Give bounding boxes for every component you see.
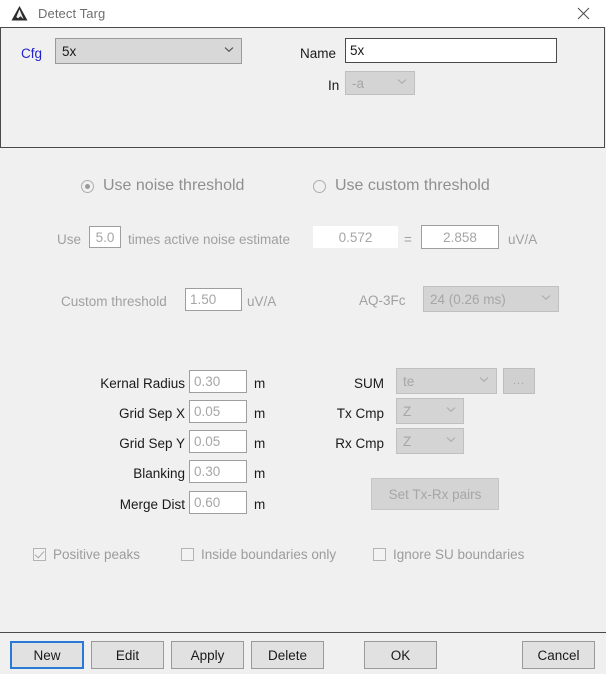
radio-use-custom-threshold[interactable]: Use custom threshold: [313, 177, 490, 195]
use-label: Use: [57, 232, 82, 247]
merge-dist-input[interactable]: 0.60: [189, 491, 247, 514]
custom-threshold-units: uV/A: [247, 294, 277, 309]
chevron-down-icon: [541, 294, 551, 303]
multiplier-input[interactable]: 5.0: [89, 226, 121, 248]
threshold-result-field: 2.858: [421, 225, 499, 249]
name-label: Name: [300, 46, 337, 61]
sum-label: SUM: [354, 376, 384, 391]
name-input[interactable]: 5x: [345, 38, 557, 63]
chevron-down-icon: [397, 78, 407, 87]
grid-sep-y-value: 0.05: [194, 434, 221, 449]
rx-cmp-label: Rx Cmp: [335, 436, 384, 451]
times-active-noise-label: times active noise estimate: [128, 232, 291, 247]
ok-button[interactable]: OK: [364, 641, 437, 669]
tx-cmp-select[interactable]: Z: [396, 398, 464, 424]
chevron-down-icon: [479, 376, 489, 385]
grid-sep-x-value: 0.05: [194, 404, 221, 419]
checkbox-inside-boundaries-only[interactable]: Inside boundaries only: [181, 547, 336, 562]
noise-estimate-value: 0.572: [338, 229, 373, 245]
apply-button[interactable]: Apply: [171, 641, 244, 669]
mountain-triangle-icon: [6, 0, 32, 27]
new-button[interactable]: New: [10, 641, 84, 669]
tx-cmp-select-value: Z: [403, 403, 412, 419]
multiplier-value: 5.0: [95, 229, 115, 245]
in-select-value: -a: [352, 75, 365, 91]
inside-boundaries-checkbox-indicator: [181, 548, 194, 561]
positive-peaks-label: Positive peaks: [53, 547, 141, 562]
blanking-label: Blanking: [133, 466, 185, 481]
aq3fc-label: AQ-3Fc: [359, 293, 406, 308]
sum-select[interactable]: te: [396, 368, 497, 394]
custom-threshold-input[interactable]: 1.50: [185, 288, 242, 311]
chevron-down-icon: [446, 436, 456, 445]
grid-sep-y-label: Grid Sep Y: [119, 436, 185, 451]
cfg-select[interactable]: 5x: [55, 38, 242, 64]
ignore-su-checkbox-indicator: [373, 548, 386, 561]
chevron-down-icon: [446, 406, 456, 415]
equals-label: =: [404, 232, 412, 247]
cancel-button[interactable]: Cancel: [522, 641, 595, 669]
chevron-down-icon: [224, 46, 234, 55]
positive-peaks-checkbox-indicator: [33, 548, 46, 561]
custom-threshold-label: Custom threshold: [61, 294, 167, 309]
footer-button-bar: New Edit Apply Delete OK Cancel: [0, 632, 606, 674]
kernal-radius-units: m: [254, 376, 266, 391]
edit-button[interactable]: Edit: [91, 641, 164, 669]
kernal-radius-input[interactable]: 0.30: [189, 370, 247, 393]
radio-custom-indicator: [313, 179, 326, 193]
merge-dist-label: Merge Dist: [119, 497, 185, 512]
set-tx-rx-pairs-button[interactable]: Set Tx-Rx pairs: [371, 478, 499, 510]
radio-noise-indicator: [81, 179, 94, 193]
grid-sep-x-units: m: [254, 406, 266, 421]
blanking-input[interactable]: 0.30: [189, 460, 247, 483]
grid-sep-x-input[interactable]: 0.05: [189, 400, 247, 423]
rx-cmp-select-value: Z: [403, 433, 412, 449]
merge-dist-units: m: [254, 497, 266, 512]
checkbox-ignore-su-boundaries[interactable]: Ignore SU boundaries: [373, 547, 524, 562]
close-icon[interactable]: [561, 0, 606, 27]
aq3fc-select-value: 24 (0.26 ms): [430, 291, 506, 307]
dialog-body: Cfg 5x Name 5x In -a Use noise threshold…: [0, 27, 606, 632]
sum-select-value: te: [403, 373, 415, 389]
threshold-result-units: uV/A: [508, 232, 538, 247]
grid-sep-y-input[interactable]: 0.05: [189, 430, 247, 453]
in-label: In: [328, 78, 340, 93]
in-select[interactable]: -a: [345, 71, 415, 95]
rx-cmp-select[interactable]: Z: [396, 428, 464, 454]
title-bar: Detect Targ: [0, 0, 606, 27]
radio-noise-label: Use noise threshold: [103, 177, 245, 194]
blanking-units: m: [254, 466, 266, 481]
radio-use-noise-threshold[interactable]: Use noise threshold: [81, 177, 244, 195]
radio-custom-label: Use custom threshold: [335, 177, 490, 194]
kernal-radius-label: Kernal Radius: [100, 376, 185, 391]
config-group-box: Cfg 5x Name 5x In -a: [0, 27, 605, 148]
inside-boundaries-label: Inside boundaries only: [201, 547, 337, 562]
name-input-value: 5x: [350, 43, 365, 58]
aq3fc-select[interactable]: 24 (0.26 ms): [423, 286, 559, 312]
sum-more-button[interactable]: ...: [503, 368, 535, 394]
blanking-value: 0.30: [194, 464, 221, 479]
tx-cmp-label: Tx Cmp: [336, 406, 384, 421]
cfg-label: Cfg: [21, 46, 43, 61]
merge-dist-value: 0.60: [194, 495, 221, 510]
grid-sep-y-units: m: [254, 436, 266, 451]
delete-button[interactable]: Delete: [251, 641, 324, 669]
custom-threshold-value: 1.50: [190, 292, 217, 307]
kernal-radius-value: 0.30: [194, 374, 221, 389]
noise-estimate-field: 0.572: [313, 226, 398, 248]
ignore-su-label: Ignore SU boundaries: [393, 547, 525, 562]
window-title: Detect Targ: [38, 6, 106, 21]
cfg-select-value: 5x: [62, 43, 77, 59]
checkbox-positive-peaks[interactable]: Positive peaks: [33, 547, 140, 562]
grid-sep-x-label: Grid Sep X: [118, 406, 185, 421]
threshold-result-value: 2.858: [443, 229, 477, 245]
